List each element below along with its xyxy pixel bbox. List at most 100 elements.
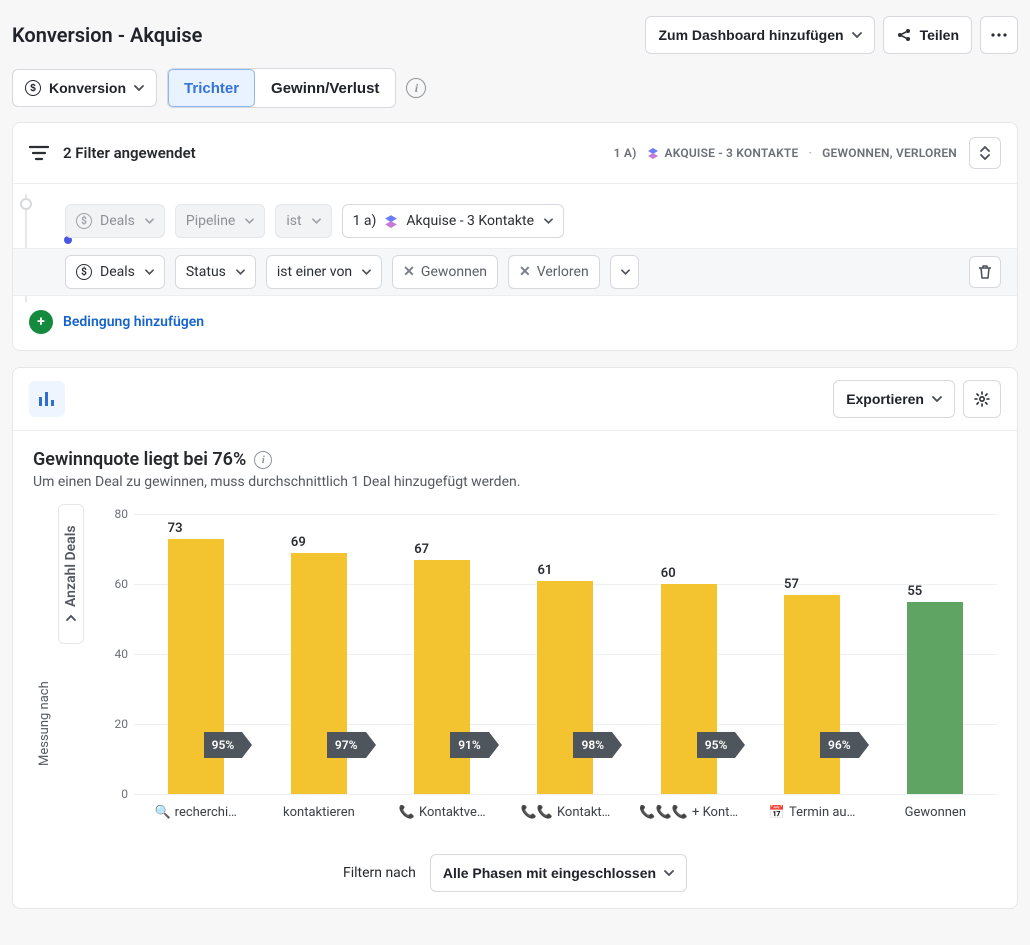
field-chip[interactable]: Status bbox=[175, 255, 256, 289]
dollar-icon: $ bbox=[76, 213, 92, 229]
share-icon bbox=[896, 27, 912, 43]
collapse-filters-button[interactable] bbox=[969, 137, 1001, 169]
add-to-dashboard-label: Zum Dashboard hinzufügen bbox=[658, 27, 843, 43]
measure-axis-label: Messung nach bbox=[33, 634, 56, 814]
category-icon: 📞 bbox=[399, 805, 415, 820]
chart-footer: Filtern nach Alle Phasen mit eingeschlos… bbox=[33, 854, 997, 892]
filter-header-left: 2 Filter angewendet bbox=[29, 144, 196, 162]
header-actions: Zum Dashboard hinzufügen Teilen bbox=[645, 16, 1018, 54]
value-chip[interactable]: 1 a) Akquise - 3 Kontakte bbox=[342, 204, 564, 238]
chevron-down-icon bbox=[362, 269, 371, 275]
x-axis-label: Gewonnen bbox=[874, 805, 997, 820]
pipeline-icon bbox=[647, 147, 659, 159]
category-icon: 📞📞📞 bbox=[639, 805, 688, 820]
filter-card: 2 Filter angewendet 1 A) AKQUISE - 3 KON… bbox=[12, 122, 1018, 351]
operator-chip[interactable]: ist bbox=[275, 204, 331, 238]
remove-tag-icon[interactable]: ✕ bbox=[403, 264, 415, 280]
entity-chip[interactable]: $ Deals bbox=[65, 204, 165, 238]
category-icon: 📅 bbox=[769, 805, 785, 820]
filter-header: 2 Filter angewendet 1 A) AKQUISE - 3 KON… bbox=[13, 123, 1017, 184]
y-tick-label: 80 bbox=[94, 507, 128, 521]
category-icon: 🔍 bbox=[154, 805, 170, 820]
add-condition-row: + Bedingung hinzufügen bbox=[29, 300, 1001, 334]
remove-tag-icon[interactable]: ✕ bbox=[519, 264, 531, 280]
field-chip[interactable]: Pipeline bbox=[175, 204, 266, 238]
x-axis: 🔍recherchi…kontaktieren📞Kontaktve…📞📞Kont… bbox=[134, 805, 997, 820]
filter-summary: 1 A) AKQUISE - 3 KONTAKTE · GEWONNEN, VE… bbox=[614, 146, 957, 160]
filter-row: $ Deals Pipeline ist 1 a) Akquise - 3 Ko… bbox=[29, 198, 1001, 244]
conversion-value: 95% bbox=[697, 732, 736, 758]
bar-chart-icon bbox=[38, 391, 56, 407]
chart-subtitle: Um einen Deal zu gewinnen, muss durchsch… bbox=[33, 474, 997, 490]
operator-chip[interactable]: ist einer von bbox=[266, 255, 382, 289]
chart-bar[interactable]: 67 bbox=[414, 560, 470, 795]
bar-value-label: 73 bbox=[168, 521, 183, 536]
chart-settings-button[interactable] bbox=[963, 380, 1001, 418]
conversion-arrow: 95% bbox=[697, 732, 736, 758]
more-actions-button[interactable] bbox=[980, 16, 1018, 54]
conversion-value: 97% bbox=[327, 732, 366, 758]
share-label: Teilen bbox=[920, 27, 959, 43]
export-button[interactable]: Exportieren bbox=[833, 380, 955, 418]
filter-summary-status: GEWONNEN, VERLOREN bbox=[822, 146, 957, 160]
chart-bar[interactable]: 61 bbox=[537, 581, 593, 795]
footer-filter-label: Filtern nach bbox=[343, 865, 416, 881]
category-icon: 📞📞 bbox=[521, 805, 553, 820]
bar-column: 6997% bbox=[257, 514, 380, 794]
chevron-down-icon bbox=[145, 269, 154, 275]
view-segmented: Trichter Gewinn/Verlust bbox=[167, 68, 396, 108]
conversion-arrow: 95% bbox=[204, 732, 243, 758]
dollar-icon: $ bbox=[25, 80, 41, 96]
entity-chip[interactable]: $ Deals bbox=[65, 255, 165, 289]
y-axis-label[interactable]: Anzahl Deals bbox=[58, 504, 84, 644]
chart-type-badge[interactable] bbox=[29, 381, 65, 417]
info-icon[interactable]: i bbox=[406, 78, 426, 98]
value-tag-verloren[interactable]: ✕ Verloren bbox=[508, 255, 600, 289]
chevron-down-icon bbox=[312, 218, 321, 224]
trash-icon bbox=[978, 264, 992, 280]
x-axis-label: 📞📞📞+ Kont… bbox=[627, 805, 750, 820]
plus-icon[interactable]: + bbox=[29, 310, 53, 334]
chart-bars: 7395%6997%6791%6198%6095%5796%55 bbox=[134, 514, 997, 794]
tab-trichter[interactable]: Trichter bbox=[168, 69, 255, 107]
chart-header: Exportieren bbox=[13, 368, 1017, 431]
chevron-down-icon bbox=[236, 269, 245, 275]
delete-row-button[interactable] bbox=[969, 256, 1001, 288]
gear-icon bbox=[974, 391, 990, 407]
filters-applied-label: 2 Filter angewendet bbox=[63, 144, 196, 162]
conversion-arrow: 91% bbox=[450, 732, 489, 758]
tab-gewinn-verlust[interactable]: Gewinn/Verlust bbox=[255, 69, 395, 107]
chart-bar[interactable]: 57 bbox=[784, 595, 840, 795]
phase-filter-select[interactable]: Alle Phasen mit eingeschlossen bbox=[430, 854, 687, 892]
share-button[interactable]: Teilen bbox=[883, 16, 972, 54]
bar-column: 55 bbox=[874, 514, 997, 794]
chart-body: Gewinnquote liegt bei 76% i Um einen Dea… bbox=[13, 431, 1017, 908]
konversion-label: Konversion bbox=[49, 80, 126, 96]
info-icon[interactable]: i bbox=[254, 451, 272, 469]
bar-value-label: 55 bbox=[907, 584, 922, 599]
collapse-icon bbox=[978, 146, 992, 160]
value-add-chip[interactable] bbox=[610, 255, 639, 289]
y-tick-label: 40 bbox=[94, 647, 128, 661]
chevron-down-icon bbox=[145, 218, 154, 224]
dollar-icon: $ bbox=[76, 264, 92, 280]
konversion-dropdown[interactable]: $ Konversion bbox=[12, 69, 157, 107]
chart-plot: 020406080 7395%6997%6791%6198%6095%5796%… bbox=[94, 504, 997, 814]
y-tick-label: 20 bbox=[94, 717, 128, 731]
x-axis-label: 📅Termin au… bbox=[750, 805, 873, 820]
chart-bar[interactable]: 60 bbox=[661, 584, 717, 794]
chart-title: Gewinnquote liegt bei 76% bbox=[33, 449, 246, 470]
chart-card: Exportieren Gewinnquote liegt bei 76% i … bbox=[12, 367, 1018, 909]
conversion-arrow: 98% bbox=[573, 732, 612, 758]
page-title: Konversion - Akquise bbox=[12, 23, 202, 47]
chevron-down-icon bbox=[932, 396, 942, 402]
add-condition-button[interactable]: Bedingung hinzufügen bbox=[63, 314, 204, 330]
bar-column: 6198% bbox=[504, 514, 627, 794]
chart-bar[interactable]: 55 bbox=[907, 602, 963, 795]
bar-value-label: 67 bbox=[414, 542, 429, 557]
add-to-dashboard-button[interactable]: Zum Dashboard hinzufügen bbox=[645, 16, 874, 54]
value-tag-gewonnen[interactable]: ✕ Gewonnen bbox=[392, 255, 498, 289]
bar-column: 6095% bbox=[627, 514, 750, 794]
bar-column: 73 95% bbox=[134, 514, 257, 794]
bar-value-label: 61 bbox=[537, 563, 552, 578]
